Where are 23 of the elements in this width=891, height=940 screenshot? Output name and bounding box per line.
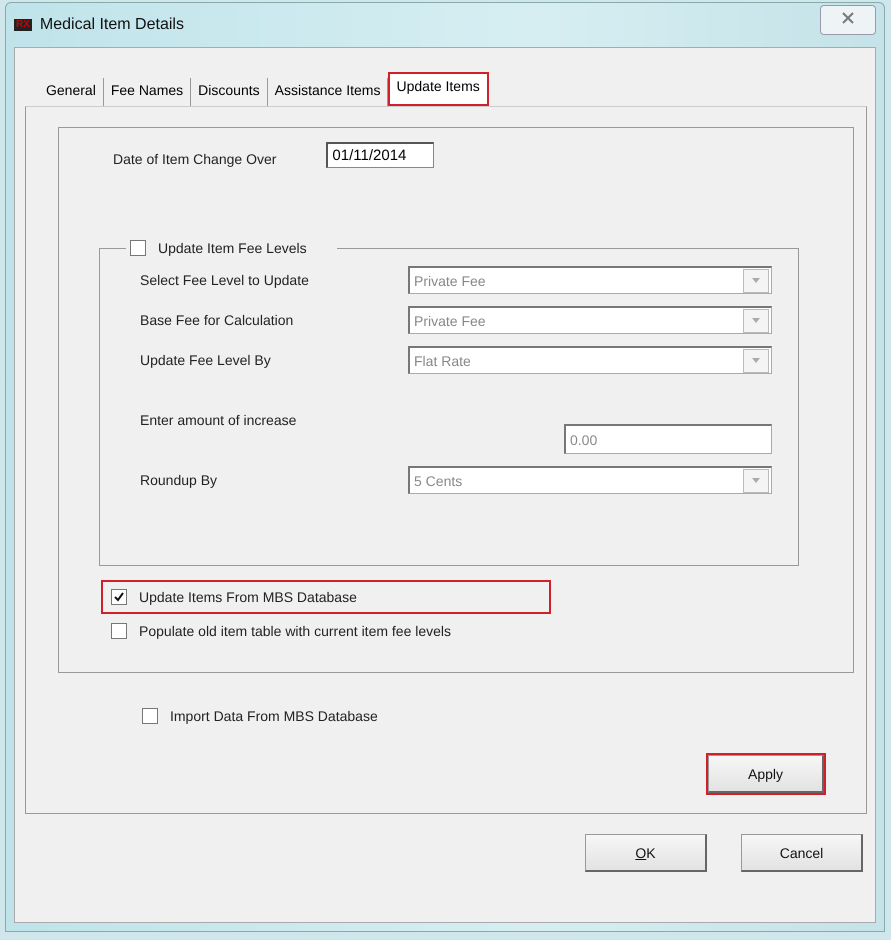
tab[interactable]: Update Items <box>388 72 489 106</box>
checkbox-label: Update Item Fee Levels <box>158 240 307 256</box>
field-label: Date of Item Change Over <box>113 151 276 167</box>
checkbox[interactable] <box>111 623 127 639</box>
field-label: Update Fee Level By <box>140 352 272 368</box>
app-logo: RX <box>14 19 32 31</box>
date-field[interactable]: 01/11/2014 <box>326 142 434 168</box>
field-label: Base Fee for Calculation <box>140 312 294 328</box>
field-label: Enter amount of increase <box>140 412 298 428</box>
field-label: Select Fee Level to Update <box>140 272 310 288</box>
close-icon <box>842 12 854 24</box>
field-label: Roundup By <box>140 472 218 488</box>
checkbox-label: Update Items From MBS Database <box>139 589 357 605</box>
checkbox-label: Populate old item table with current item fee levels <box>139 623 452 639</box>
checkbox[interactable] <box>142 708 158 724</box>
checkbox-label: Import Data From MBS Database <box>170 708 378 724</box>
close-button[interactable] <box>820 5 876 35</box>
window-title: Medical Item Details <box>40 16 184 34</box>
dialog-button[interactable]: OK <box>585 834 707 872</box>
checkbox[interactable] <box>130 240 146 256</box>
checkbox[interactable] <box>111 589 127 605</box>
apply-button[interactable]: Apply <box>708 755 824 793</box>
dialog-button[interactable]: Cancel <box>741 834 863 872</box>
